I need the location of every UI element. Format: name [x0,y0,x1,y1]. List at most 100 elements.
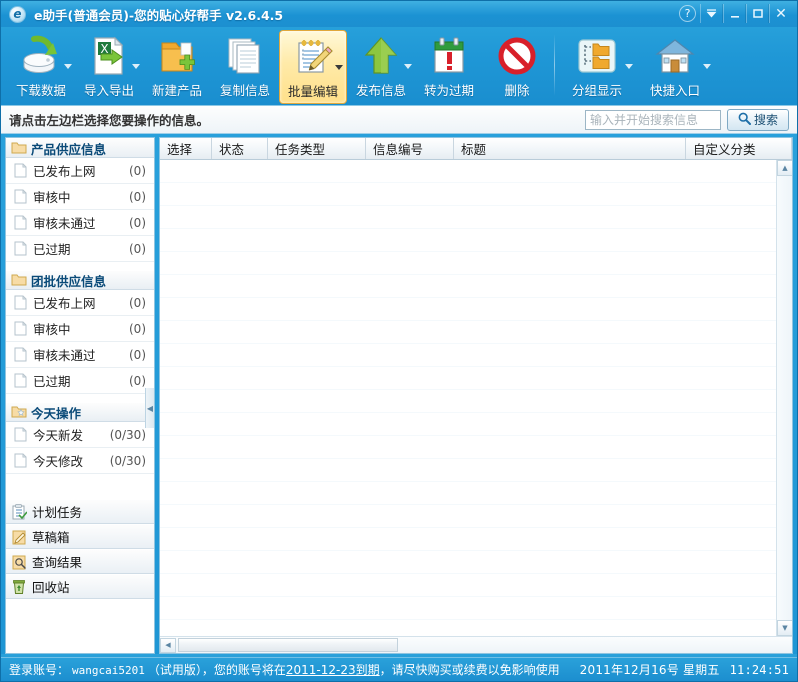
sidebar-item-label: 今天修改 [33,451,110,470]
chevron-down-icon[interactable] [132,64,140,69]
folder-icon [11,273,27,288]
main-body: 产品供应信息 已发布上网 (0) 审核中 (0) [1,134,797,654]
sidebar-item-count: (0) [129,348,146,362]
toolbar-button-new-product[interactable]: 新建产品 [143,30,211,104]
vertical-scrollbar[interactable]: ▲ ▼ [776,160,792,636]
new-product-icon [155,34,199,78]
sidebar-flat-label: 计划任务 [32,502,82,521]
toolbar-button-copy-info[interactable]: 复制信息 [211,30,279,104]
main-toolbar: 下载数据 X 导入导出 [1,27,797,105]
chevron-down-icon[interactable] [703,64,711,69]
scroll-down-icon[interactable]: ▼ [777,620,792,636]
sidebar-item-query-result[interactable]: 查询结果 [6,549,154,574]
sidebar: 产品供应信息 已发布上网 (0) 审核中 (0) [5,137,155,654]
toolbar-button-batch-edit[interactable]: 批量编辑 [279,30,347,104]
table-column-select[interactable]: 选择 [160,138,212,159]
close-icon[interactable]: ✕ [769,4,792,23]
toolbar-label: 转为过期 [424,80,474,99]
sidebar-item-count: (0) [129,322,146,336]
sidebar-item-published[interactable]: 已发布上网 (0) [6,290,154,316]
page-icon [14,241,28,256]
copy-info-icon [223,34,267,78]
search-input[interactable] [585,110,721,130]
sidebar-item-label: 已发布上网 [33,293,129,312]
maximize-icon[interactable] [746,4,769,23]
status-bar: 登录账号： wangcai5201 （试用版），您的账号将在 2011-12-2… [1,657,797,681]
sidebar-item-count: (0) [129,216,146,230]
table-column-info-id[interactable]: 信息编号 [366,138,454,159]
horizontal-scrollbar[interactable]: ◀ [160,636,792,653]
account-label: 登录账号： [9,661,69,678]
sidebar-collapse-handle[interactable]: ◀ [145,388,154,428]
download-data-icon [19,34,63,78]
sidebar-item-published[interactable]: 已发布上网 (0) [6,158,154,184]
sidebar-item-reviewing[interactable]: 审核中 (0) [6,316,154,342]
sidebar-item-draft-box[interactable]: 草稿箱 [6,524,154,549]
account-name: wangcai5201 [72,664,145,677]
page-icon [14,373,28,388]
scroll-up-icon[interactable]: ▲ [777,160,792,176]
sidebar-item-recycle-bin[interactable]: 回收站 [6,574,154,599]
sidebar-item-label: 已过期 [33,371,129,390]
toolbar-button-download-data[interactable]: 下载数据 [7,30,75,104]
toolbar-label: 快捷入口 [650,80,700,99]
minimize-icon[interactable] [723,4,746,23]
table-column-title[interactable]: 标题 [454,138,686,159]
sidebar-item-label: 已过期 [33,239,129,258]
publish-info-icon [359,34,403,78]
scroll-left-icon[interactable]: ◀ [160,638,176,653]
table-header-row: 选择 状态 任务类型 信息编号 标题 自定义分类 [160,138,792,160]
chevron-down-icon[interactable] [64,64,72,69]
page-icon [14,321,28,336]
page-icon [14,215,28,230]
help-icon[interactable]: ? [679,5,696,22]
notice-text: ，请尽快购买或续费以免影响使用 [380,661,560,678]
status-account-info: 登录账号： wangcai5201 （试用版），您的账号将在 2011-12-2… [9,661,560,678]
sidebar-item-review-failed[interactable]: 审核未通过 (0) [6,342,154,368]
sidebar-group-header[interactable]: 今天操作 [6,402,154,422]
sidebar-item-today-modified[interactable]: 今天修改 (0/30) [6,448,154,474]
sidebar-group-label: 今天操作 [31,403,81,422]
page-icon [14,189,28,204]
folder-star-icon [11,405,27,420]
folder-icon [11,141,27,156]
sidebar-group-today-operations: 今天操作 今天新发 (0/30) 今天修改 (0/30) [6,402,154,474]
dropdown-icon[interactable] [700,4,723,23]
toolbar-button-quick-entry[interactable]: 快捷入口 [636,30,714,104]
toolbar-label: 新建产品 [152,80,202,99]
chevron-down-icon[interactable] [335,65,343,70]
sidebar-item-label: 审核中 [33,187,129,206]
sidebar-item-review-failed[interactable]: 审核未通过 (0) [6,210,154,236]
sidebar-item-expired[interactable]: 已过期 (0) [6,236,154,262]
sidebar-group-header[interactable]: 产品供应信息 [6,138,154,158]
sidebar-item-count: (0) [129,164,146,178]
toolbar-button-delete[interactable]: 删除 [483,30,551,104]
search-area: 搜索 [585,109,789,131]
toolbar-button-publish-info[interactable]: 发布信息 [347,30,415,104]
hscroll-thumb[interactable] [178,638,398,652]
table-column-status[interactable]: 状态 [212,138,268,159]
batch-edit-icon [291,35,335,79]
chevron-down-icon[interactable] [625,64,633,69]
toolbar-button-group-display[interactable]: 分组显示 [558,30,636,104]
search-button[interactable]: 搜索 [727,109,789,131]
search-icon [738,112,751,128]
toolbar-label: 删除 [504,80,529,99]
group-display-icon [575,34,619,78]
sidebar-item-today-new[interactable]: 今天新发 (0/30) [6,422,154,448]
toolbar-button-import-export[interactable]: X 导入导出 [75,30,143,104]
sidebar-group-header[interactable]: 团批供应信息 [6,270,154,290]
table-column-custom-category[interactable]: 自定义分类 [686,138,792,159]
sidebar-item-scheduled-task[interactable]: 计划任务 [6,499,154,524]
quick-entry-icon [653,34,697,78]
sidebar-item-expired[interactable]: 已过期 (0) [6,368,154,394]
sidebar-item-label: 审核未通过 [33,345,129,364]
set-expired-icon [427,34,471,78]
sidebar-item-reviewing[interactable]: 审核中 (0) [6,184,154,210]
table-column-task-type[interactable]: 任务类型 [268,138,366,159]
app-logo-icon: e [9,6,26,23]
sidebar-item-count: (0/30) [110,428,146,442]
chevron-down-icon[interactable] [404,64,412,69]
toolbar-button-set-expired[interactable]: 转为过期 [415,30,483,104]
status-date: 2011年12月16号 [580,663,679,677]
